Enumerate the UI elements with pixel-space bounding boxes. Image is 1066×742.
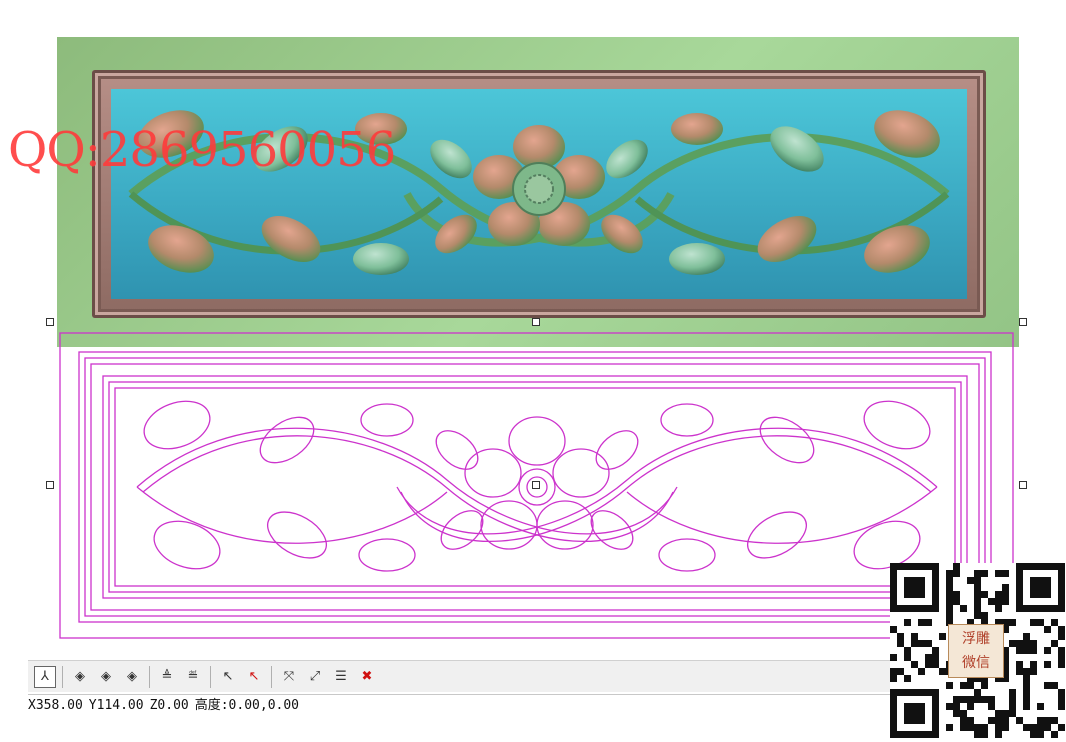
status-z: Z0.00 [149, 698, 189, 713]
transform-button[interactable]: ⤧ [278, 666, 300, 688]
qr-badge: 浮雕 微信 [948, 624, 1004, 678]
selection-handle-middle-left[interactable] [46, 481, 54, 489]
qr-badge-line1: 浮雕 [962, 631, 990, 647]
edit-list-button[interactable]: ☰ [330, 666, 352, 688]
arrow-icon: ↖ [222, 669, 234, 684]
selection-handle-top-left[interactable] [46, 318, 54, 326]
status-x: X358.00 [28, 698, 83, 713]
node-icon: ◈ [75, 669, 85, 684]
arrow-x-icon: ↖ [248, 669, 260, 684]
layer-button-1[interactable]: ≜ [156, 666, 178, 688]
axis-icon: ⅄ [41, 669, 49, 684]
node-edit-button-2[interactable]: ◈ [95, 666, 117, 688]
status-height: 高度:0.00,0.00 [194, 698, 300, 713]
node-edit-button-1[interactable]: ◈ [69, 666, 91, 688]
node-edit-button-3[interactable]: ◈ [121, 666, 143, 688]
toolbar-separator [271, 665, 272, 688]
selection-handle-top-right[interactable] [1019, 318, 1027, 326]
layer-button-2[interactable]: ≝ [182, 666, 204, 688]
selection-handle-top-center[interactable] [532, 318, 540, 326]
node-icon: ◈ [101, 669, 111, 684]
relief-carving-field [111, 89, 967, 299]
selection-handle-middle-right[interactable] [1019, 481, 1027, 489]
toolbar-separator [210, 665, 211, 688]
delete-button[interactable]: ✖ [356, 666, 378, 688]
measure-button[interactable]: ⤢ [304, 666, 326, 688]
layer-icon: ≝ [187, 669, 199, 684]
toolbar-separator [62, 665, 63, 688]
measure-icon: ⤢ [309, 669, 321, 684]
qr-badge-line2: 微信 [962, 655, 990, 671]
axis-tool-button[interactable]: ⅄ [34, 665, 56, 688]
node-icon: ◈ [127, 669, 137, 684]
relief-ornament [128, 110, 950, 275]
deselect-arrow-button[interactable]: ↖ [243, 666, 265, 688]
transform-icon: ⤧ [283, 669, 295, 684]
layer-icon: ≜ [161, 669, 173, 684]
list-icon: ☰ [335, 669, 347, 684]
status-y: Y114.00 [88, 698, 144, 713]
qq-watermark: QQ:2869560056 [8, 122, 396, 178]
selection-handle-center[interactable] [532, 481, 540, 489]
toolbar-separator [149, 665, 150, 688]
select-arrow-button[interactable]: ↖ [217, 666, 239, 688]
delete-icon: ✖ [361, 669, 373, 684]
